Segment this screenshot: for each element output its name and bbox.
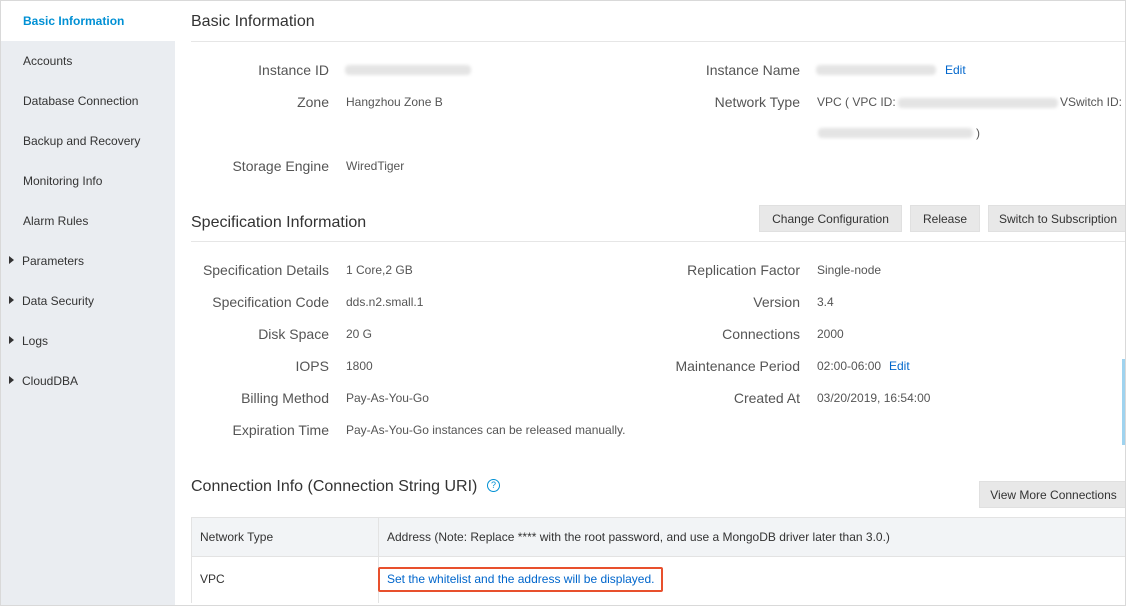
iops-value: 1800 [346, 359, 373, 373]
sidebar-item-monitoring-info[interactable]: Monitoring Info [1, 161, 175, 201]
caret-right-icon [9, 376, 14, 384]
connections-label: Connections [722, 326, 800, 342]
sidebar-item-logs[interactable]: Logs [1, 321, 175, 361]
replication-factor-label: Replication Factor [687, 262, 800, 278]
sidebar-item-label: Alarm Rules [23, 214, 89, 228]
replication-factor-value: Single-node [817, 263, 882, 277]
sidebar-item-clouddba[interactable]: CloudDBA [1, 361, 175, 401]
zone-label: Zone [297, 94, 329, 110]
connections-value: 2000 [817, 327, 844, 341]
vswitch-id-redacted [818, 128, 973, 138]
network-type-label: Network Type [714, 94, 800, 110]
caret-right-icon [9, 256, 14, 264]
iops-label: IOPS [295, 358, 329, 374]
connection-info-title: Connection Info (Connection String URI) [191, 478, 478, 495]
maintenance-period-label: Maintenance Period [675, 358, 800, 374]
sidebar-item-label: Data Security [22, 294, 95, 308]
expiration-time-value: Pay-As-You-Go instances can be released … [346, 423, 626, 437]
sidebar-item-database-connection[interactable]: Database Connection [1, 81, 175, 121]
sidebar-item-label: Monitoring Info [23, 174, 103, 188]
view-more-connections-button[interactable]: View More Connections [979, 481, 1125, 508]
billing-method-value: Pay-As-You-Go [346, 391, 429, 405]
expiration-time-label: Expiration Time [232, 422, 329, 438]
sidebar-item-alarm-rules[interactable]: Alarm Rules [1, 201, 175, 241]
row-network-type: VPC [200, 572, 225, 586]
page-frame: Basic Information Accounts Database Conn… [0, 0, 1126, 606]
sidebar-item-label: CloudDBA [22, 374, 79, 388]
vpc-id-redacted [898, 98, 1058, 108]
sidebar-item-label: Accounts [23, 54, 73, 68]
sidebar-item-accounts[interactable]: Accounts [1, 41, 175, 81]
instance-id-value-redacted [345, 65, 471, 75]
change-configuration-button[interactable]: Change Configuration [759, 205, 902, 232]
table-header: Network Type Address (Note: Replace ****… [191, 517, 1125, 557]
created-at-label: Created At [733, 390, 800, 406]
version-label: Version [753, 294, 800, 310]
spec-info-title: Specification Information [191, 214, 367, 231]
set-whitelist-link[interactable]: Set the whitelist and the address will b… [387, 572, 655, 586]
instance-name-value-redacted [816, 65, 936, 75]
vswitch-label: VSwitch ID: [1060, 95, 1123, 109]
storage-engine-value: WiredTiger [346, 159, 405, 173]
divider [191, 241, 1125, 242]
spec-code-label: Specification Code [212, 294, 329, 310]
network-type-suffix: ) [976, 126, 980, 140]
disk-space-label: Disk Space [258, 326, 329, 342]
sidebar-item-label: Backup and Recovery [23, 134, 141, 148]
basic-info-title: Basic Information [191, 13, 315, 30]
spec-code-value: dds.n2.small.1 [346, 295, 424, 309]
release-button[interactable]: Release [910, 205, 980, 232]
billing-method-label: Billing Method [241, 390, 329, 406]
instance-id-label: Instance ID [258, 62, 329, 78]
spec-details-label: Specification Details [202, 262, 329, 278]
edit-maintenance-link[interactable]: Edit [889, 359, 910, 373]
caret-right-icon [9, 296, 14, 304]
zone-value: Hangzhou Zone B [346, 95, 443, 109]
sidebar-item-backup-and-recovery[interactable]: Backup and Recovery [1, 121, 175, 161]
scroll-indicator[interactable] [1122, 359, 1125, 445]
instance-name-label: Instance Name [705, 62, 800, 78]
sidebar: Basic Information Accounts Database Conn… [1, 1, 175, 605]
network-type-prefix: VPC ( VPC ID: [817, 95, 896, 109]
column-header-network-type: Network Type [200, 530, 274, 544]
help-icon[interactable]: ? [487, 479, 500, 492]
sidebar-item-basic-information[interactable]: Basic Information [1, 1, 175, 41]
sidebar-item-label: Basic Information [23, 14, 125, 28]
caret-right-icon [9, 336, 14, 344]
storage-engine-label: Storage Engine [232, 158, 329, 174]
sidebar-item-data-security[interactable]: Data Security [1, 281, 175, 321]
created-at-value: 03/20/2019, 16:54:00 [817, 391, 931, 405]
spec-details-value: 1 Core,2 GB [346, 263, 413, 277]
version-value: 3.4 [817, 295, 834, 309]
edit-instance-name-link[interactable]: Edit [945, 63, 966, 77]
sidebar-item-label: Parameters [22, 254, 85, 268]
sidebar-item-label: Database Connection [23, 94, 139, 108]
disk-space-value: 20 G [346, 327, 373, 341]
switch-to-subscription-button[interactable]: Switch to Subscription [988, 205, 1125, 232]
maintenance-period-value: 02:00-06:00 [817, 359, 882, 373]
divider [191, 41, 1125, 42]
sidebar-item-label: Logs [22, 334, 49, 348]
sidebar-item-parameters[interactable]: Parameters [1, 241, 175, 281]
column-header-address: Address (Note: Replace **** with the roo… [387, 530, 890, 544]
